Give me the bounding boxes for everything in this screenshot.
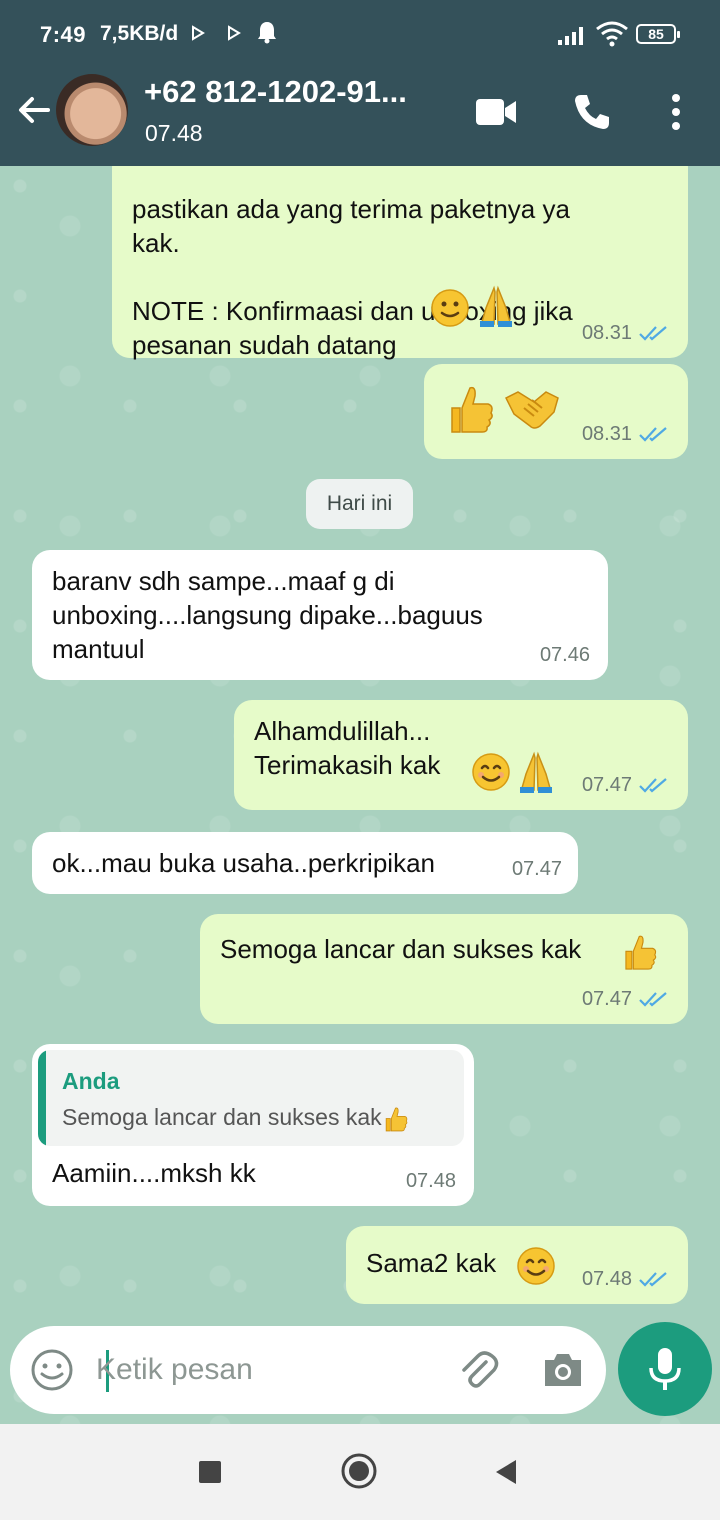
message-bubble-incoming[interactable]: Anda Semoga lancar dan sukses kak Aamiin… — [32, 1044, 474, 1206]
quote-text-content: Semoga lancar dan sukses kak — [62, 1104, 382, 1130]
message-bubble-outgoing[interactable]: Semoga lancar dan sukses kak 07.47 — [200, 914, 688, 1024]
message-meta: 07.48 — [406, 1164, 456, 1198]
chat-area[interactable]: pastikan ada yang terima paketnya ya kak… — [0, 166, 720, 1424]
message-meta: 08.31 — [582, 316, 670, 350]
message-bubble-incoming[interactable]: baranv sdh sampe...maaf g di unboxing...… — [32, 550, 608, 680]
system-navigation-bar — [0, 1424, 720, 1520]
message-time: 07.47 — [511, 858, 562, 880]
contact-name[interactable]: +62 812-1202-91... — [144, 74, 407, 110]
message-bubble-outgoing[interactable]: Alhamdulillah... Terimakasih kak 07.47 — [234, 700, 688, 810]
message-bubble-incoming[interactable]: ok...mau buka usaha..perkripikan 07.47 — [32, 832, 578, 894]
smiling-emoji-icon — [472, 753, 510, 791]
back-arrow-icon[interactable] — [14, 90, 54, 130]
message-meta: 08.31 — [582, 417, 670, 451]
message-meta: 07.46 — [540, 638, 590, 672]
voice-call-icon[interactable] — [572, 92, 612, 132]
message-composer[interactable] — [10, 1326, 606, 1414]
signal-icon — [558, 27, 583, 45]
message-time: 07.47 — [581, 774, 632, 796]
message-time: 07.48 — [405, 1170, 456, 1192]
read-ticks-icon — [639, 326, 667, 341]
message-meta: 07.47 — [582, 768, 670, 802]
app-header: 7:49 7,5KB/d 85 +62 812-1202-91... 07.48 — [0, 0, 720, 166]
read-ticks-icon — [639, 778, 667, 793]
read-ticks-icon — [639, 992, 667, 1007]
message-text: Semoga lancar dan sukses kak — [220, 934, 582, 964]
nav-home-icon[interactable] — [340, 1452, 378, 1490]
status-time: 7:49 — [40, 22, 87, 47]
mic-button[interactable] — [618, 1322, 712, 1416]
message-bubble-outgoing[interactable]: 08.31 — [424, 364, 688, 459]
message-bubble-outgoing[interactable]: Sama2 kak 07.48 — [346, 1226, 688, 1304]
folded-hands-emoji-icon — [480, 285, 512, 327]
attach-icon[interactable] — [456, 1348, 500, 1392]
status-bar: 7:49 7,5KB/d 85 — [0, 0, 720, 68]
mic-icon — [649, 1348, 681, 1390]
message-text: baranv sdh sampe...maaf g di unboxing...… — [52, 566, 483, 664]
message-time: 07.47 — [581, 988, 632, 1010]
handshake-emoji-icon — [504, 391, 559, 429]
message-time: 08.31 — [581, 322, 632, 344]
thumbs-up-emoji-icon — [451, 386, 493, 433]
quoted-message[interactable]: Anda Semoga lancar dan sukses kak — [38, 1050, 464, 1146]
message-input[interactable] — [96, 1346, 436, 1394]
more-menu-icon[interactable] — [666, 92, 686, 132]
notification-bell-icon — [258, 22, 276, 44]
slight-smile-emoji-icon — [431, 289, 469, 327]
quote-accent-bar — [38, 1050, 46, 1146]
message-text: Aamiin....mksh kk — [52, 1158, 256, 1188]
last-seen: 07.48 — [145, 120, 203, 146]
folded-hands-emoji-icon — [520, 751, 552, 793]
network-speed: 7,5KB/d — [100, 22, 179, 45]
thumbs-up-emoji-icon — [625, 935, 657, 970]
message-text: Sama2 kak — [366, 1248, 497, 1278]
message-time: 07.48 — [581, 1268, 632, 1290]
read-ticks-icon — [639, 1272, 667, 1287]
battery-indicator: 85 — [636, 24, 680, 44]
message-meta: 07.47 — [582, 982, 670, 1016]
video-call-icon[interactable] — [474, 96, 518, 128]
quote-text: Semoga lancar dan sukses kak — [62, 1100, 410, 1134]
nav-recents-icon[interactable] — [198, 1460, 222, 1484]
emoji-icon[interactable] — [30, 1348, 74, 1392]
message-bubble-outgoing[interactable]: pastikan ada yang terima paketnya ya kak… — [112, 166, 688, 360]
message-time: 07.46 — [539, 644, 590, 666]
read-ticks-icon — [639, 427, 667, 442]
play-store-icon — [192, 25, 205, 41]
date-separator: Hari ini — [306, 479, 413, 529]
camera-icon[interactable] — [542, 1350, 584, 1390]
thumbs-up-emoji-icon — [385, 1107, 407, 1132]
message-time: 08.31 — [581, 423, 632, 445]
nav-back-icon[interactable] — [494, 1458, 518, 1486]
quote-author: Anda — [62, 1068, 120, 1094]
play-store-icon — [228, 25, 241, 41]
smiling-emoji-icon — [517, 1247, 555, 1285]
message-text: pastikan ada yang terima paketnya ya kak… — [132, 194, 573, 360]
message-meta: 07.48 — [582, 1262, 670, 1296]
message-meta: 07.47 — [512, 852, 562, 886]
message-text: ok...mau buka usaha..perkripikan — [52, 848, 435, 878]
avatar[interactable] — [56, 74, 128, 146]
wifi-icon — [596, 21, 628, 47]
